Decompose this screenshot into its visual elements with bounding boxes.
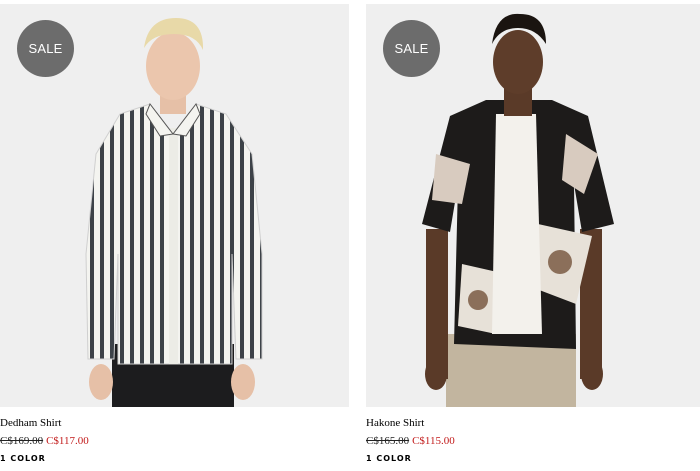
- color-count[interactable]: 1 COLOR: [366, 453, 700, 465]
- price-row: C$169.00 C$117.00: [0, 433, 349, 449]
- sale-price: C$115.00: [412, 435, 455, 447]
- original-price: C$169.00: [0, 435, 44, 447]
- product-card-hakone[interactable]: SALE Hakone Shirt C$165.00 C$115.00 1 COL…: [366, 4, 700, 465]
- original-price: C$165.00: [366, 435, 410, 447]
- product-name[interactable]: Hakone Shirt: [366, 415, 700, 431]
- sale-badge: SALE: [383, 20, 440, 77]
- color-count[interactable]: 1 COLOR: [0, 453, 349, 465]
- price-row: C$165.00 C$115.00: [366, 433, 700, 449]
- product-name[interactable]: Dedham Shirt: [0, 415, 349, 431]
- sale-price: C$117.00: [46, 435, 89, 447]
- product-image[interactable]: SALE: [366, 4, 700, 407]
- sale-badge: SALE: [17, 20, 74, 77]
- product-image[interactable]: SALE: [0, 4, 349, 407]
- product-card-dedham[interactable]: SALE Dedham Shirt C$169.00 C$117.00 1 COL…: [0, 4, 349, 465]
